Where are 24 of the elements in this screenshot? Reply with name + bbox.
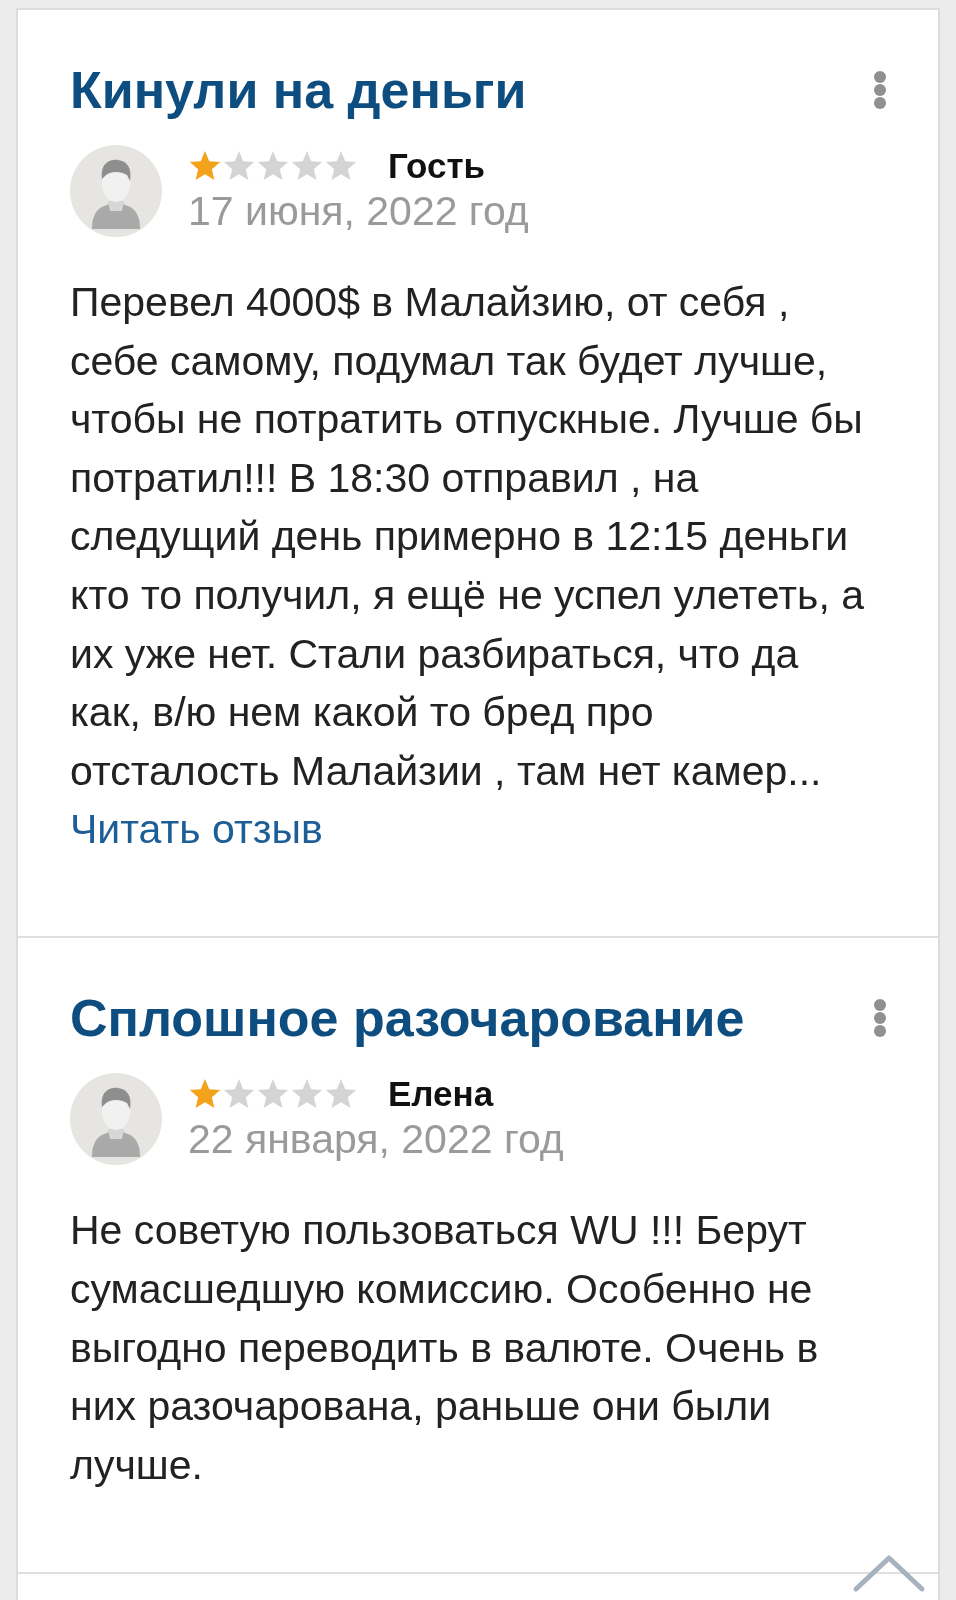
author-name: Гость [388, 146, 486, 186]
filled-star-icon [189, 151, 221, 180]
avatar-icon [70, 1073, 162, 1166]
read-review-link[interactable]: Читать отзыв [70, 800, 323, 859]
more-options-icon[interactable] [872, 70, 888, 110]
author-name: Елена [388, 1074, 494, 1115]
filled-star-icon [189, 1079, 221, 1109]
more-options-icon[interactable] [872, 998, 888, 1039]
chevron-up-icon[interactable] [852, 1553, 926, 1593]
empty-star-icon [223, 1079, 255, 1109]
review-date: 22 января, 2022 год [188, 1115, 564, 1165]
review-text: Перевел 4000$ в Малайзию, от себя , себе самому, подумал так будет лучше, чтобы не потратить отпускные. Лучше бы потратил!!! В 18:30 отправил , на следущий день примерно в 12:15 деньги кто то получил, я ещё не успел улететь, а их уже нет. Стали разбираться, что да как, в/ю нем какой то бред про отсталость Малайзии , там нет камер... [70, 278, 865, 796]
avatar-icon [70, 145, 162, 237]
empty-star-icon [291, 151, 323, 180]
review-title[interactable]: Кинули на деньги [70, 60, 527, 120]
empty-star-icon [257, 151, 289, 180]
review-title[interactable]: Сплошное разочарование [70, 988, 745, 1049]
review-text: Не советую пользоваться WU !!! Берут сумасшедшую комиссию. Особенно не выгодно переводить в валюте. Очень в них разочарована, раньше они были лучше. [70, 1206, 820, 1490]
empty-star-icon [291, 1079, 323, 1109]
empty-star-icon [325, 151, 357, 180]
empty-star-icon [257, 1079, 289, 1109]
empty-star-icon [325, 1079, 357, 1109]
review-date: 17 июня, 2022 год [188, 187, 529, 236]
empty-star-icon [223, 151, 255, 180]
